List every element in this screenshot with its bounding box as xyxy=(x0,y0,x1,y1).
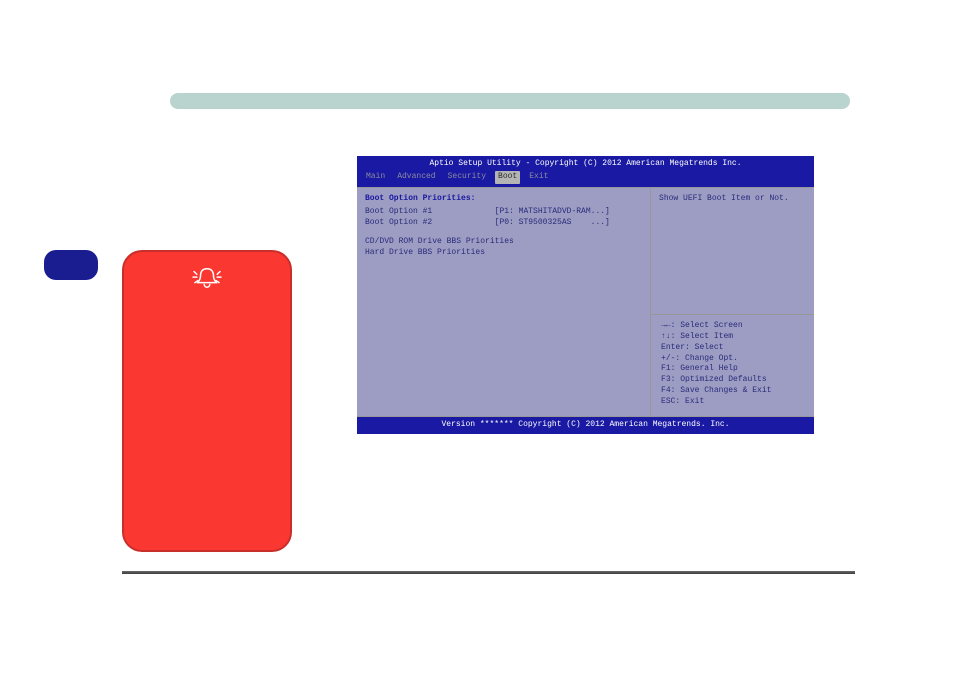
boot-priorities-header: Boot Option Priorities: xyxy=(365,194,642,205)
boot-option-2-row[interactable]: Boot Option #2 [P0: ST9500325AS ...] xyxy=(365,218,642,229)
bios-item-help: Show UEFI Boot Item or Not. xyxy=(651,188,814,316)
boot-option-1-value: [P1: MATSHITADVD-RAM...] xyxy=(495,207,610,216)
section-divider-bar xyxy=(170,93,850,109)
boot-option-2-value: [P0: ST9500325AS ...] xyxy=(495,218,610,227)
page-marker-pill xyxy=(44,250,98,280)
cddvd-bbs-priorities[interactable]: CD/DVD ROM Drive BBS Priorities xyxy=(365,237,642,248)
bios-tab-main[interactable]: Main xyxy=(363,171,388,184)
bios-screenshot: Aptio Setup Utility - Copyright (C) 2012… xyxy=(357,156,814,434)
bios-footer: Version ******* Copyright (C) 2012 Ameri… xyxy=(357,417,814,435)
warning-panel xyxy=(122,250,292,552)
boot-option-1-row[interactable]: Boot Option #1 [P1: MATSHITADVD-RAM...] xyxy=(365,207,642,218)
boot-option-2-label: Boot Option #2 xyxy=(365,218,432,227)
hdd-bbs-priorities[interactable]: Hard Drive BBS Priorities xyxy=(365,248,642,259)
bios-body: Boot Option Priorities: Boot Option #1 [… xyxy=(357,187,814,417)
bios-tab-bar: Main Advanced Security Boot Exit xyxy=(357,171,814,187)
bios-key-help: →←: Select Screen ↑↓: Select Item Enter:… xyxy=(651,315,814,415)
bell-icon xyxy=(192,265,222,291)
bios-tab-exit[interactable]: Exit xyxy=(526,171,551,184)
bios-tab-advanced[interactable]: Advanced xyxy=(394,171,438,184)
bios-right-pane: Show UEFI Boot Item or Not. →←: Select S… xyxy=(651,188,814,416)
bios-tab-boot[interactable]: Boot xyxy=(495,171,520,184)
bios-left-pane: Boot Option Priorities: Boot Option #1 [… xyxy=(357,188,651,416)
bios-title: Aptio Setup Utility - Copyright (C) 2012… xyxy=(357,156,814,171)
boot-option-1-label: Boot Option #1 xyxy=(365,207,432,216)
page-bottom-divider xyxy=(122,571,855,574)
bios-tab-security[interactable]: Security xyxy=(445,171,489,184)
